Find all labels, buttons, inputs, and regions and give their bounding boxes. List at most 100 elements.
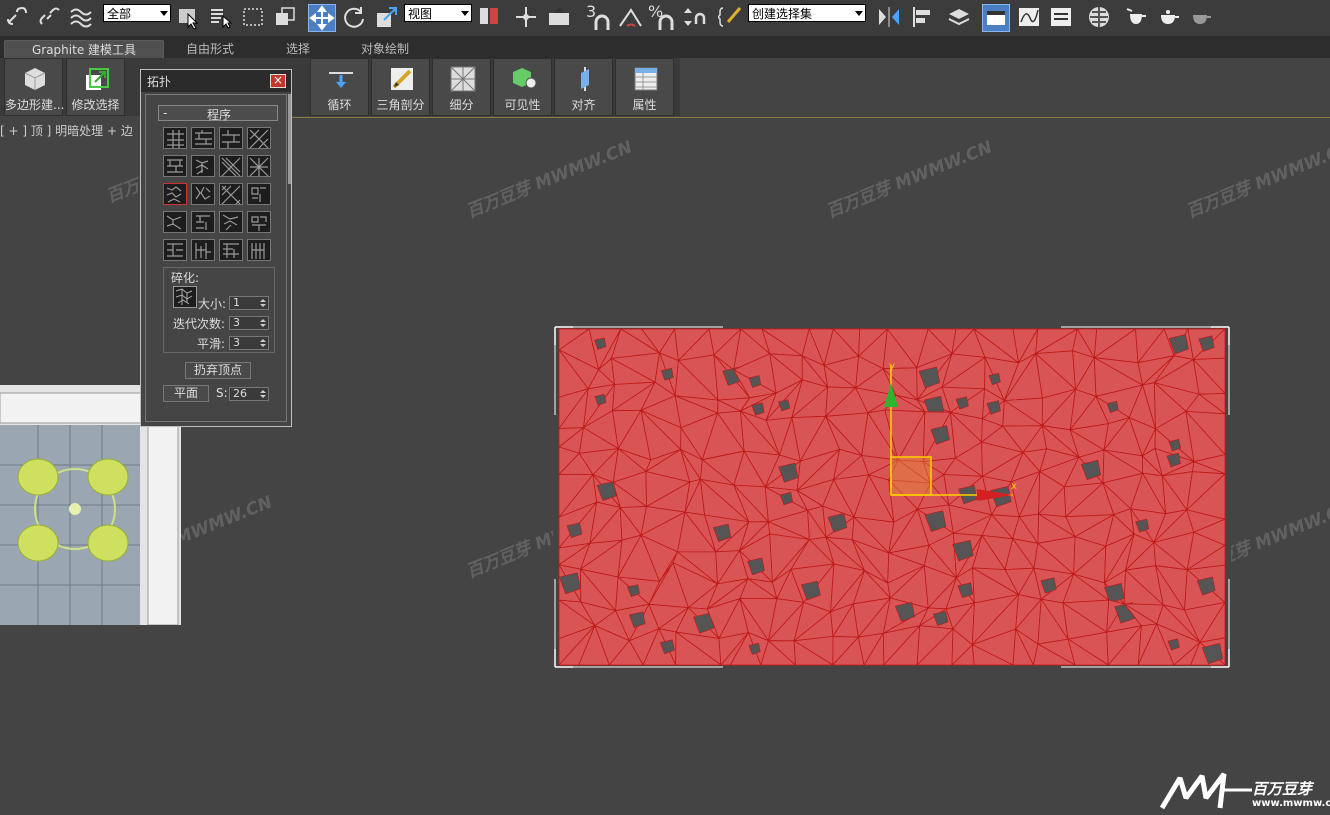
reference-coordinate-dropdown[interactable]: 视图 xyxy=(404,4,472,22)
snap-toggle[interactable]: 3 xyxy=(586,2,616,32)
pattern-cell[interactable] xyxy=(219,127,243,149)
tab-freeform[interactable]: 自由形式 xyxy=(170,40,250,58)
align-icon[interactable] xyxy=(910,4,936,30)
tab-object-paint[interactable]: 对象绘制 xyxy=(340,40,430,58)
pattern-cell[interactable] xyxy=(163,155,187,177)
pattern-icon xyxy=(222,214,239,231)
topology-panel: 拓扑 × - 程序 碎化: 大小: 1 迭代次数: 3 平滑: 3 扔弃顶点 平… xyxy=(140,69,292,427)
magnet-icon xyxy=(594,14,610,30)
select-by-name-icon[interactable] xyxy=(208,4,234,30)
triangulate-button[interactable]: 三角剖分 xyxy=(371,58,430,116)
pattern-cell[interactable] xyxy=(219,155,243,177)
tab-selection[interactable]: 选择 xyxy=(270,40,326,58)
link-icon[interactable] xyxy=(4,4,30,30)
pattern-cell[interactable] xyxy=(191,127,215,149)
keyboard-shortcut-icon[interactable] xyxy=(546,4,572,30)
select-object-icon[interactable] xyxy=(176,4,202,30)
pattern-icon xyxy=(195,130,212,145)
panel-title: 拓扑 xyxy=(147,75,172,89)
modify-selection-button[interactable]: 修改选择 xyxy=(66,58,125,116)
named-selection-dropdown[interactable]: 创建选择集 xyxy=(748,4,866,22)
pivot-center-icon[interactable] xyxy=(476,4,502,30)
unlink-icon[interactable] xyxy=(36,4,62,30)
pattern-cell[interactable] xyxy=(163,239,187,261)
layers-icon[interactable] xyxy=(946,4,972,30)
pattern-cell[interactable] xyxy=(219,183,243,205)
panel-titlebar[interactable]: 拓扑 × xyxy=(141,70,291,92)
shatter-group-label: 碎化: xyxy=(171,271,200,285)
pattern-icon xyxy=(167,159,183,173)
spinner-snap-icon[interactable] xyxy=(680,4,706,30)
visibility-button[interactable]: 可见性 xyxy=(493,58,552,116)
site-logo: 百万豆芽 www.mwmw.cn xyxy=(1159,770,1330,812)
pattern-icon xyxy=(221,157,241,177)
percent-snap-toggle[interactable]: % xyxy=(648,2,678,32)
rendered-frame-icon[interactable] xyxy=(1156,4,1182,30)
tab-graphite[interactable]: Graphite 建模工具 xyxy=(4,40,164,59)
viewport-label[interactable]: [ + ] 顶 ] 明暗处理 + 边 xyxy=(0,122,133,139)
window-crossing-icon[interactable] xyxy=(272,4,298,30)
pattern-cell[interactable] xyxy=(163,127,187,149)
ribbon-tab-bar: Graphite 建模工具 自由形式 选择 对象绘制 xyxy=(0,36,1330,87)
panel-scrollbar[interactable] xyxy=(288,94,291,184)
s-spinner[interactable]: 26 xyxy=(229,387,269,401)
pattern-icon xyxy=(222,130,240,148)
pencil-icon xyxy=(391,68,413,90)
fractured-plane-object[interactable]: y x xyxy=(553,325,1231,669)
size-spinner[interactable]: 1 xyxy=(229,296,269,310)
polygon-modeling-button[interactable]: 多边形建... xyxy=(4,58,64,116)
pattern-cell[interactable] xyxy=(191,211,215,233)
render-setup-icon[interactable] xyxy=(1124,4,1150,30)
iterations-spinner[interactable]: 3 xyxy=(229,316,269,330)
axis-x-label: x xyxy=(1011,481,1017,492)
pattern-cell[interactable] xyxy=(219,211,243,233)
align-button[interactable]: 对齐 xyxy=(554,58,613,116)
pattern-cell[interactable] xyxy=(247,239,271,261)
rotate-icon[interactable] xyxy=(341,4,367,30)
render-production-icon[interactable] xyxy=(1188,4,1214,30)
pattern-cell[interactable] xyxy=(191,183,215,205)
properties-button[interactable]: 属性 xyxy=(615,58,674,116)
selection-filter-dropdown[interactable]: 全部 xyxy=(103,4,171,22)
edit-named-selection-icon[interactable] xyxy=(718,4,744,30)
angle-snap-icon[interactable] xyxy=(617,4,643,30)
mirror-icon[interactable] xyxy=(876,4,902,30)
pattern-cell[interactable] xyxy=(247,127,271,149)
pattern-cell[interactable] xyxy=(163,211,187,233)
loop-button[interactable]: 循环 xyxy=(310,58,369,116)
material-editor-icon[interactable] xyxy=(1086,4,1112,30)
smooth-spinner[interactable]: 3 xyxy=(229,336,269,350)
pattern-icon xyxy=(166,215,182,230)
axis-y-label: y xyxy=(889,361,895,372)
bind-space-warp-icon[interactable] xyxy=(68,4,94,30)
planar-button[interactable]: 平面 xyxy=(163,385,209,402)
select-manipulate-icon[interactable] xyxy=(513,4,539,30)
pattern-cell[interactable] xyxy=(191,239,215,261)
subdivide-button[interactable]: 细分 xyxy=(432,58,491,116)
pattern-cell[interactable] xyxy=(163,183,187,205)
shatter-pattern-swatch[interactable] xyxy=(173,286,197,308)
align-plane-icon xyxy=(581,67,589,91)
rect-selection-icon[interactable] xyxy=(240,4,266,30)
curve-editor-icon[interactable] xyxy=(1016,4,1042,30)
move-icon[interactable] xyxy=(308,4,336,32)
pattern-cell[interactable] xyxy=(247,183,271,205)
rollout-header[interactable]: - 程序 xyxy=(158,105,278,122)
rollout-toggle: - xyxy=(163,106,168,120)
discard-vertices-button[interactable]: 扔弃顶点 xyxy=(185,362,251,379)
voronoi-mesh: y x xyxy=(553,325,1231,669)
graphite-toggle-icon[interactable] xyxy=(982,4,1010,32)
panel-close-button[interactable]: × xyxy=(270,74,286,88)
logo-text: 百万豆芽 xyxy=(1252,780,1313,798)
grow-selection-icon xyxy=(86,68,109,90)
pattern-cell[interactable] xyxy=(247,155,271,177)
schematic-view-icon[interactable] xyxy=(1048,4,1074,30)
pattern-cell[interactable] xyxy=(219,239,243,261)
properties-table-icon xyxy=(634,67,658,91)
loop-icon xyxy=(329,72,353,88)
pattern-icon xyxy=(221,185,241,205)
pattern-cell[interactable] xyxy=(247,211,271,233)
pattern-icon xyxy=(251,243,265,259)
scale-icon[interactable] xyxy=(374,4,400,30)
pattern-cell[interactable] xyxy=(191,155,215,177)
